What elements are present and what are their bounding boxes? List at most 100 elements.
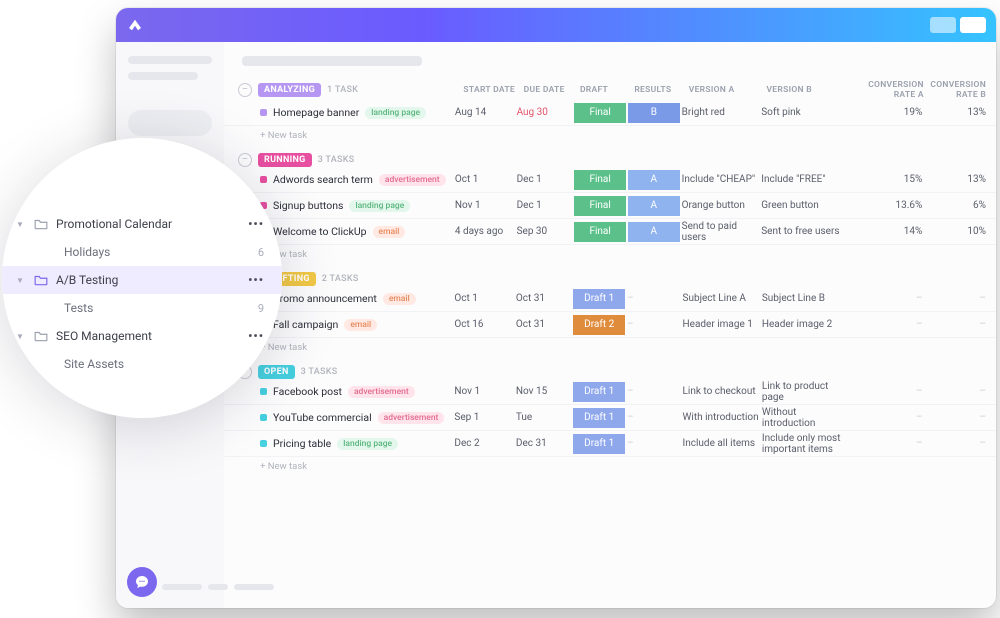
draft-chip[interactable]: Draft 1	[573, 408, 625, 428]
cell-start-date[interactable]: Nov 1	[455, 200, 517, 211]
task-row[interactable]: YouTube commercialadvertisementSep 1TueD…	[224, 405, 996, 431]
cell-due-date[interactable]: Nov 15	[516, 386, 574, 397]
cell-version-b[interactable]: Without introduction	[762, 407, 841, 429]
cell-version-b[interactable]: Include only most important items	[762, 433, 841, 455]
column-header-draft[interactable]: draft	[580, 85, 634, 95]
task-row[interactable]: Promo announcementemailOct 1Oct 31Draft …	[224, 286, 996, 312]
collapse-icon[interactable]: –	[238, 153, 252, 167]
cell-due-date[interactable]: Sep 30	[517, 226, 575, 237]
cell-due-date[interactable]: Dec 31	[516, 438, 574, 449]
draft-chip[interactable]: Draft 1	[573, 382, 625, 402]
result-chip[interactable]: B	[628, 103, 680, 123]
cell-start-date[interactable]: Aug 14	[455, 107, 517, 118]
column-header-cra[interactable]: conversion rate a	[844, 80, 924, 100]
cell-version-a[interactable]: Link to checkout	[683, 386, 762, 397]
draft-chip[interactable]: Final	[574, 196, 626, 216]
task-row[interactable]: Homepage bannerlanding pageAug 14Aug 30F…	[224, 100, 996, 126]
window-button[interactable]	[960, 17, 986, 33]
cell-version-a[interactable]: With introduction	[683, 412, 762, 423]
draft-chip[interactable]: Final	[574, 170, 626, 190]
status-pill[interactable]: RUNNING	[258, 153, 312, 167]
cell-due-date[interactable]: Dec 1	[517, 174, 575, 185]
more-icon[interactable]: •••	[248, 273, 264, 287]
column-header-vb[interactable]: version b	[766, 85, 844, 95]
chat-fab[interactable]	[127, 567, 157, 597]
task-row[interactable]: Pricing tablelanding pageDec 2Dec 31Draf…	[224, 431, 996, 457]
add-task-button[interactable]: + New task	[224, 457, 996, 474]
cell-version-a[interactable]: Include "CHEAP"	[682, 174, 762, 185]
sidebar-folder[interactable]: ▼SEO Management•••	[2, 322, 282, 350]
task-tag[interactable]: email	[383, 293, 416, 305]
cell-version-b[interactable]: Link to product page	[762, 381, 841, 403]
cell-version-a[interactable]: Send to paid users	[682, 221, 762, 243]
more-icon[interactable]: •••	[248, 329, 264, 343]
task-tag[interactable]: advertisement	[378, 412, 445, 424]
task-row[interactable]: Welcome to ClickUpemail4 days agoSep 30F…	[224, 219, 996, 245]
sidebar-folder[interactable]: ▼Promotional Calendar•••	[2, 210, 282, 238]
task-row[interactable]: Adwords search termadvertisementOct 1Dec…	[224, 167, 996, 193]
sidebar-list[interactable]: Tests9	[2, 294, 282, 322]
cell-start-date[interactable]: Oct 1	[455, 174, 517, 185]
search-placeholder[interactable]	[128, 110, 212, 136]
cell-version-b[interactable]: Sent to free users	[761, 226, 841, 237]
chevron-down-icon[interactable]: ▼	[16, 220, 24, 229]
cell-version-a[interactable]: Orange button	[682, 200, 762, 211]
chevron-down-icon[interactable]: ▼	[16, 276, 24, 285]
cell-due-date[interactable]: Tue	[516, 412, 574, 423]
add-task-button[interactable]: + New task	[224, 245, 996, 262]
cell-version-a[interactable]: Header image 1	[683, 319, 762, 330]
task-tag[interactable]: landing page	[365, 107, 426, 119]
folder-icon	[34, 330, 48, 342]
cell-start-date[interactable]: 4 days ago	[455, 226, 517, 237]
chevron-down-icon[interactable]: ▼	[16, 332, 24, 341]
add-task-button[interactable]: + New task	[224, 338, 996, 355]
cell-version-b[interactable]: Soft pink	[761, 107, 841, 118]
task-row[interactable]: Signup buttonslanding pageNov 1Dec 1Fina…	[224, 193, 996, 219]
cell-version-a[interactable]: Subject Line A	[683, 293, 762, 304]
window-button[interactable]	[930, 17, 956, 33]
cell-start-date[interactable]: Oct 16	[454, 319, 515, 330]
column-header-crb[interactable]: conversion rate b	[924, 80, 996, 100]
task-tag[interactable]: advertisement	[348, 386, 415, 398]
draft-chip[interactable]: Final	[574, 222, 626, 242]
cell-version-a[interactable]: Include all items	[683, 438, 762, 449]
column-header-results[interactable]: results	[634, 85, 688, 95]
task-tag[interactable]: advertisement	[379, 174, 446, 186]
cell-version-b[interactable]: Subject Line B	[762, 293, 841, 304]
sidebar-list[interactable]: Holidays6	[2, 238, 282, 266]
cell-version-b[interactable]: Header image 2	[762, 319, 841, 330]
cell-due-date[interactable]: Aug 30	[517, 107, 575, 118]
collapse-icon[interactable]: –	[238, 83, 252, 97]
draft-chip[interactable]: Draft 1	[573, 434, 625, 454]
result-chip[interactable]: A	[628, 222, 680, 242]
draft-chip[interactable]: Draft 1	[573, 289, 625, 309]
result-chip[interactable]: A	[628, 170, 680, 190]
task-tag[interactable]: email	[344, 319, 377, 331]
task-tag[interactable]: landing page	[349, 200, 410, 212]
sidebar-folder[interactable]: ▼A/B Testing•••	[2, 266, 282, 294]
cell-start-date[interactable]: Sep 1	[454, 412, 515, 423]
column-header-va[interactable]: version a	[689, 85, 767, 95]
task-row[interactable]: Fall campaignemailOct 16Oct 31Draft 2–He…	[224, 312, 996, 338]
task-row[interactable]: Facebook postadvertisementNov 1Nov 15Dra…	[224, 379, 996, 405]
sidebar-list[interactable]: Site Assets6	[2, 350, 282, 378]
cell-start-date[interactable]: Nov 1	[454, 386, 515, 397]
cell-due-date[interactable]: Oct 31	[516, 319, 574, 330]
draft-chip[interactable]: Final	[574, 103, 626, 123]
cell-version-a[interactable]: Bright red	[682, 107, 762, 118]
add-task-button[interactable]: + New task	[224, 126, 996, 143]
cell-start-date[interactable]: Dec 2	[454, 438, 515, 449]
task-tag[interactable]: landing page	[337, 438, 398, 450]
draft-chip[interactable]: Draft 2	[573, 315, 625, 335]
cell-version-b[interactable]: Include "FREE"	[761, 174, 841, 185]
cell-due-date[interactable]: Dec 1	[517, 200, 575, 211]
column-header-start[interactable]: start date	[463, 85, 523, 95]
task-tag[interactable]: email	[373, 226, 406, 238]
more-icon[interactable]: •••	[248, 217, 264, 231]
column-header-due[interactable]: due date	[524, 85, 580, 95]
cell-due-date[interactable]: Oct 31	[516, 293, 574, 304]
cell-version-b[interactable]: Green button	[761, 200, 841, 211]
result-chip[interactable]: A	[628, 196, 680, 216]
cell-start-date[interactable]: Oct 1	[454, 293, 515, 304]
status-pill[interactable]: ANALYZING	[258, 83, 321, 97]
